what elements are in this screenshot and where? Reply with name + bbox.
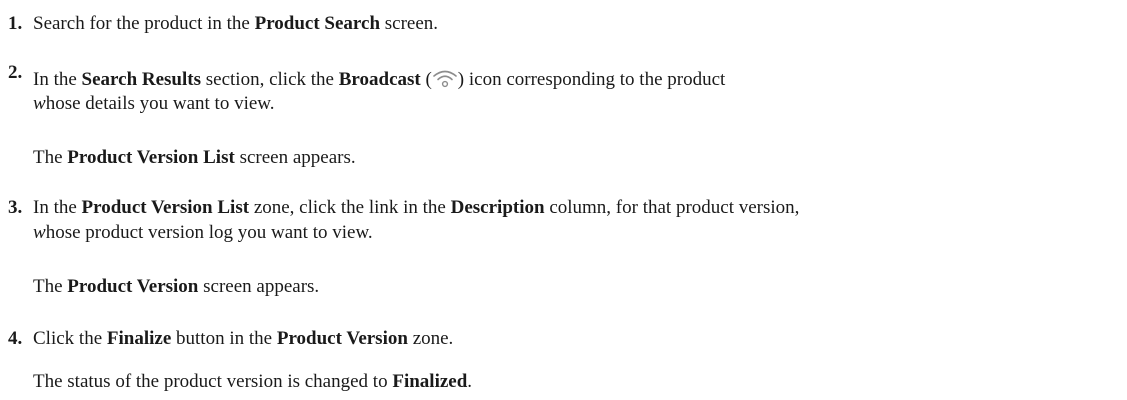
ui-term-product-version: Product Version xyxy=(276,328,408,349)
step-number: 3. xyxy=(8,197,23,218)
text: In the xyxy=(33,69,82,90)
ui-term-finalized: Finalized xyxy=(392,371,468,392)
text: section, click the xyxy=(201,69,339,90)
text: The xyxy=(33,276,68,297)
text: w xyxy=(33,93,46,114)
broadcast-icon xyxy=(432,68,458,90)
ui-term-product-search: Product Search xyxy=(254,13,381,34)
step-text: In the Search Results section, click the… xyxy=(33,68,725,91)
text: In the xyxy=(33,197,82,218)
step-number: 4. xyxy=(8,328,23,349)
text: column, for that product version, xyxy=(544,197,800,218)
text: . xyxy=(467,371,473,392)
text: zone. xyxy=(407,328,454,349)
step-result: The status of the product version is cha… xyxy=(33,371,472,393)
ui-term-broadcast: Broadcast xyxy=(338,69,421,90)
text: screen appears. xyxy=(198,276,320,297)
step-text: In the Product Version List zone, click … xyxy=(33,197,799,219)
step-text-continued: whose product version log you want to vi… xyxy=(33,222,373,244)
step-text: Click the Finalize button in the Product… xyxy=(33,328,453,350)
text: The status of the product version is cha… xyxy=(33,371,393,392)
text: The xyxy=(33,147,68,168)
text: zone, click the link in the xyxy=(249,197,451,218)
text: Click the xyxy=(33,328,107,349)
text: button in the xyxy=(171,328,277,349)
step-text-continued: whose details you want to view. xyxy=(33,93,275,115)
ui-term-finalize: Finalize xyxy=(106,328,172,349)
step-number: 1. xyxy=(8,13,23,34)
step-number: 2. xyxy=(8,62,23,83)
text: hose details you want to view. xyxy=(45,93,275,114)
text: hose product version log you want to vie… xyxy=(45,222,373,243)
ui-term-description: Description xyxy=(450,197,545,218)
step-result: The Product Version screen appears. xyxy=(33,276,319,298)
text: w xyxy=(33,222,46,243)
step-result: The Product Version List screen appears. xyxy=(33,147,356,169)
text: ( xyxy=(420,69,432,90)
ui-term-product-version-list: Product Version List xyxy=(81,197,250,218)
step-text: Search for the product in the Product Se… xyxy=(33,13,438,35)
text: screen. xyxy=(380,13,439,34)
ui-term-search-results: Search Results xyxy=(81,69,202,90)
text: Search for the product in the xyxy=(33,13,255,34)
text: screen appears. xyxy=(234,147,356,168)
ui-term-product-version-list: Product Version List xyxy=(67,147,235,168)
text: ) icon corresponding to the product xyxy=(457,69,726,90)
ui-term-product-version: Product Version xyxy=(67,276,199,297)
